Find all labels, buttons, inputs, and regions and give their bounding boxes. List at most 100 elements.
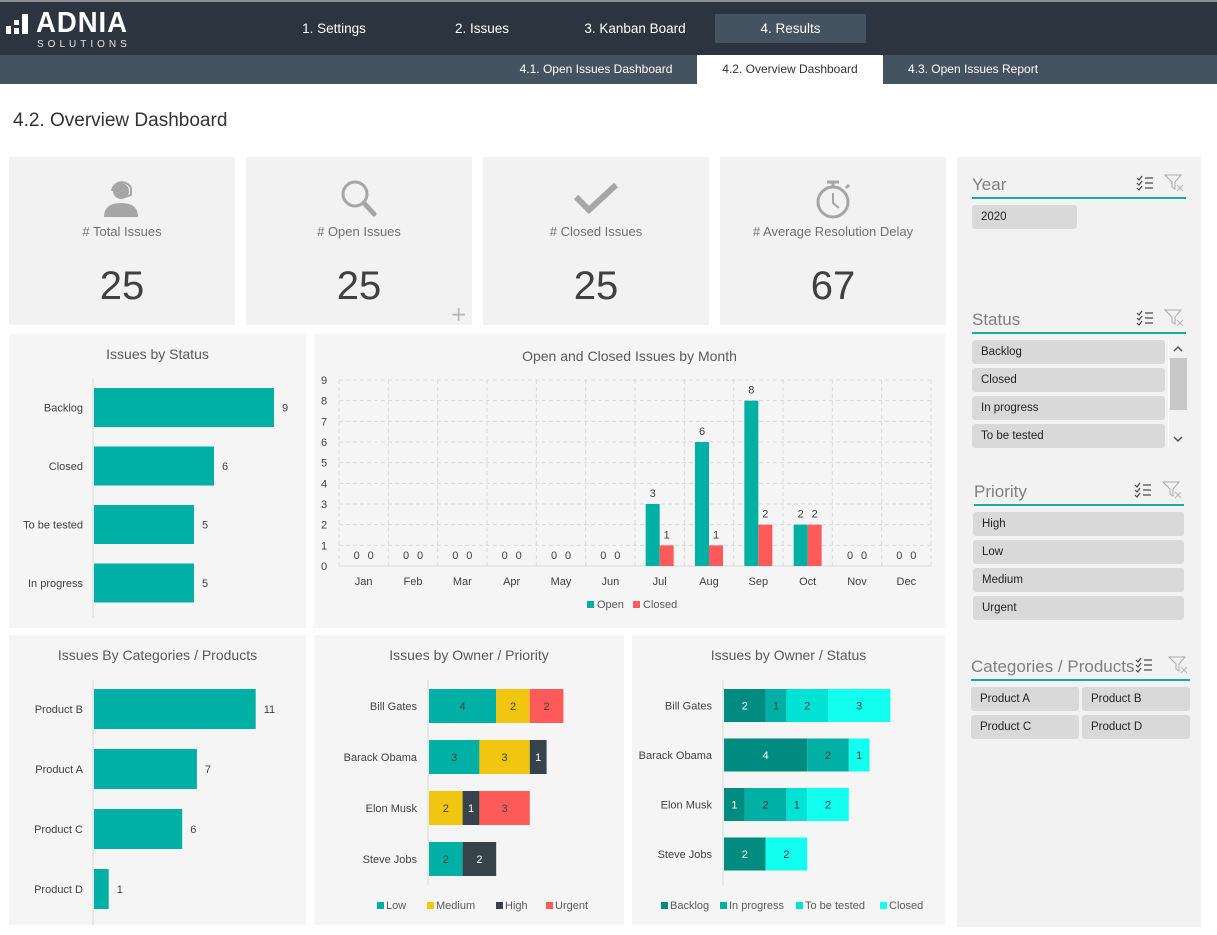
tab-settings[interactable]: 1. Settings (279, 14, 389, 43)
data-label: 0 (452, 550, 458, 562)
clear-filter-icon[interactable] (1168, 656, 1188, 674)
sub-nav-bar: 4.1. Open Issues Dashboard 4.2. Overview… (0, 55, 1217, 84)
data-label: 0 (516, 550, 522, 562)
data-label: 2 (812, 509, 818, 521)
slicer-categories-header: Categories / Products (971, 653, 1190, 681)
slicer-item-status[interactable]: To be tested (972, 424, 1165, 448)
slicer-item-category[interactable]: Product C (971, 715, 1079, 739)
slicer-year-header: Year (972, 171, 1186, 199)
slicer-title: Categories / Products (971, 657, 1135, 676)
search-icon (341, 180, 377, 217)
y-tick-label: 5 (321, 458, 327, 470)
slicer-item-status[interactable]: Backlog (972, 340, 1165, 364)
clear-filter-icon[interactable] (1164, 309, 1184, 327)
legend-label: High (505, 900, 528, 912)
slicer-item-priority[interactable]: High (973, 512, 1184, 536)
kpi-label: # Open Issues (317, 224, 401, 239)
legend-label: Urgent (555, 900, 588, 912)
clear-filter-icon[interactable] (1164, 174, 1184, 192)
multi-select-icon[interactable] (1135, 657, 1153, 673)
subtab-overview-dashboard[interactable]: 4.2. Overview Dashboard (697, 55, 883, 84)
chart-open-closed-by-month: Open and Closed Issues by Month 01234567… (314, 334, 945, 628)
tab-issues[interactable]: 2. Issues (427, 14, 537, 43)
data-label: 0 (551, 550, 557, 562)
category-label: Steve Jobs (658, 849, 713, 861)
slicer-item-category[interactable]: Product B (1082, 687, 1190, 711)
legend-swatch (633, 601, 640, 608)
data-label: 2 (825, 800, 831, 812)
chart-issues-by-categories: Issues By Categories / Products Product … (9, 635, 306, 925)
adnia-logo: ADNIA SOLUTIONS (4, 7, 127, 52)
scroll-down-icon[interactable] (1173, 435, 1183, 443)
slicer-title: Year (972, 175, 1007, 194)
x-tick-label: Nov (847, 576, 867, 588)
x-tick-label: Oct (799, 576, 816, 588)
legend-label: Closed (889, 900, 923, 912)
bar (94, 388, 274, 427)
category-label: Barack Obama (344, 752, 418, 764)
kpi-value: 25 (99, 264, 145, 308)
bar-open (793, 524, 808, 566)
data-label: 4 (763, 750, 769, 762)
expand-plus-icon[interactable]: + (450, 304, 467, 324)
scroll-thumb[interactable] (1170, 358, 1187, 410)
subtab-open-issues-dashboard[interactable]: 4.1. Open Issues Dashboard (508, 55, 684, 84)
data-label: 3 (502, 752, 508, 764)
data-label: 2 (443, 854, 449, 866)
scroll-up-icon[interactable] (1173, 345, 1183, 353)
x-tick-label: Mar (453, 576, 472, 588)
legend-label: Medium (436, 900, 475, 912)
slicer-item-year[interactable]: 2020 (972, 205, 1077, 229)
category-label: Product C (34, 824, 83, 836)
slicer-item-status[interactable]: Closed (972, 368, 1165, 392)
slicer-item-priority[interactable]: Urgent (973, 596, 1184, 620)
slicer-item-category[interactable]: Product D (1082, 715, 1190, 739)
legend-label: Backlog (670, 900, 709, 912)
multi-select-icon[interactable] (1136, 175, 1154, 191)
data-label: 0 (403, 550, 409, 562)
bar (94, 505, 194, 544)
y-tick-label: 9 (321, 375, 327, 387)
slicer-item-priority[interactable]: Low (973, 540, 1184, 564)
data-label: 1 (856, 750, 862, 762)
data-label: 0 (502, 550, 508, 562)
x-tick-label: May (551, 576, 572, 588)
data-label: 11 (264, 704, 275, 716)
page-title: 4.2. Overview Dashboard (13, 110, 228, 131)
subtab-open-issues-report[interactable]: 4.3. Open Issues Report (883, 55, 1063, 84)
legend-label: Low (386, 900, 406, 912)
x-tick-label: Jan (355, 576, 373, 588)
tab-results[interactable]: 4. Results (715, 14, 866, 43)
bar-open (695, 442, 709, 566)
legend-swatch (880, 902, 887, 909)
data-label: 0 (861, 550, 867, 562)
slicer-item-category[interactable]: Product A (971, 687, 1079, 711)
data-label: 2 (742, 701, 748, 713)
stopwatch-icon (816, 180, 851, 219)
kpi-value: 25 (336, 264, 382, 308)
tab-kanban-board[interactable]: 3. Kanban Board (570, 14, 700, 43)
y-tick-label: 2 (321, 520, 327, 532)
data-label: 0 (565, 550, 571, 562)
kpi-average-resolution-delay: # Average Resolution Delay 67 (720, 157, 946, 325)
clear-filter-icon[interactable] (1162, 481, 1182, 499)
category-label: Bill Gates (370, 701, 418, 713)
legend-label: In progress (729, 900, 785, 912)
slicer-item-priority[interactable]: Medium (973, 568, 1184, 592)
multi-select-icon[interactable] (1136, 310, 1154, 326)
data-label: 2 (762, 509, 768, 521)
category-label: Elon Musk (366, 803, 418, 815)
multi-select-icon[interactable] (1134, 482, 1152, 498)
data-label: 0 (368, 550, 374, 562)
legend-label: To be tested (805, 900, 865, 912)
slicer-item-status[interactable]: In progress (972, 396, 1165, 420)
data-label: 0 (910, 550, 916, 562)
data-label: 1 (117, 884, 123, 896)
x-tick-label: Dec (897, 576, 917, 588)
data-label: 3 (502, 803, 508, 815)
legend-swatch (587, 601, 594, 608)
y-tick-label: 1 (321, 540, 327, 552)
category-label: Bill Gates (665, 701, 713, 713)
legend-swatch (720, 902, 727, 909)
status-scrollbar[interactable] (1168, 340, 1187, 447)
